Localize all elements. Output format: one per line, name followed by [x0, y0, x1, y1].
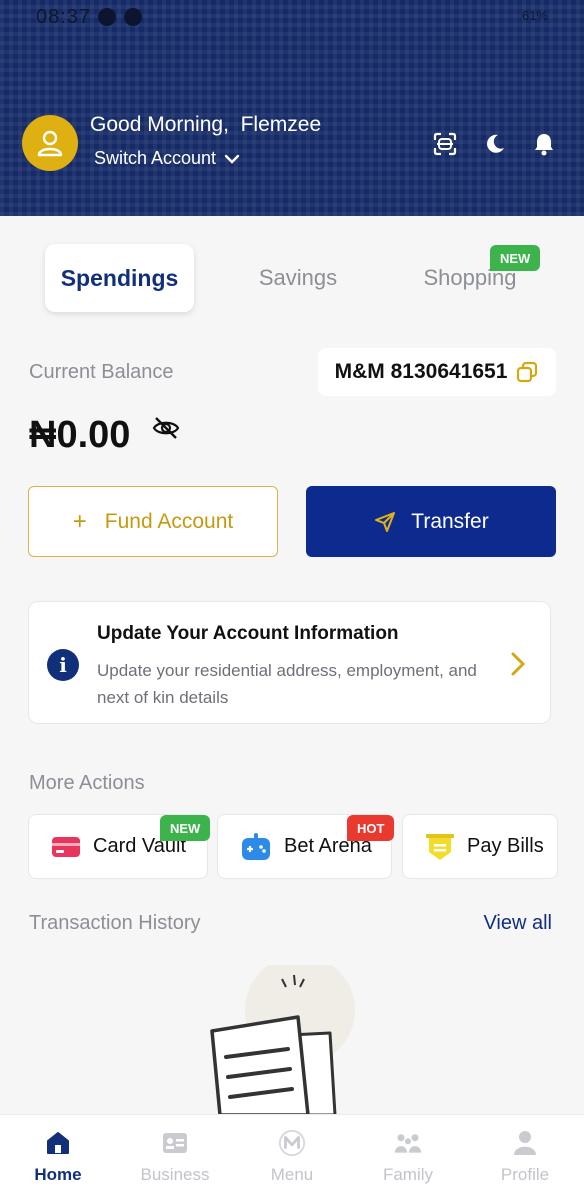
chevron-right-icon [511, 652, 526, 676]
current-balance-label: Current Balance [29, 361, 174, 383]
switch-account-label: Switch Account [94, 148, 217, 168]
nav-menu[interactable]: Menu [247, 1129, 337, 1185]
nav-profile[interactable]: Profile [480, 1129, 570, 1185]
transfer-label: Transfer [411, 509, 489, 533]
transaction-history-title: Transaction History [29, 912, 201, 934]
nav-profile-label: Profile [500, 1165, 550, 1184]
view-all-link[interactable]: View all [483, 912, 552, 935]
update-account-title: Update Your Account Information [97, 623, 399, 644]
fund-account-label: Fund Account [104, 509, 234, 533]
greeting-text: Good Morning, Flemzee [90, 113, 321, 137]
status-time: 08:37 [36, 6, 92, 28]
game-controller-icon [242, 832, 270, 860]
more-actions-title: More Actions [29, 772, 145, 794]
nav-menu-label: Menu [270, 1165, 314, 1184]
account-number: M&M 8130641651 [334, 360, 508, 383]
nav-business[interactable]: Business [130, 1129, 220, 1185]
notification-app-icon [124, 8, 142, 26]
info-icon: i [47, 649, 79, 681]
chevron-down-icon [224, 154, 240, 164]
update-account-card[interactable]: i Update Your Account Information Update… [28, 601, 551, 724]
greeting-prefix: Good Morning, [90, 113, 229, 136]
pay-bills-button[interactable]: Pay Bills [402, 814, 558, 879]
send-icon [375, 511, 396, 532]
whatsapp-icon [98, 8, 116, 26]
pay-bills-label: Pay Bills [467, 835, 544, 857]
family-icon [394, 1129, 422, 1157]
plus-icon: + [72, 507, 87, 535]
update-account-description: Update your residential address, employm… [97, 661, 477, 707]
bet-arena-hot-badge: HOT [347, 815, 395, 841]
status-bar: 08:37 61% [0, 0, 584, 36]
nav-home-label: Home [34, 1165, 82, 1184]
business-card-icon [161, 1129, 189, 1157]
menu-logo-icon [278, 1129, 306, 1157]
switch-account-button[interactable]: Switch Account [94, 148, 240, 169]
fund-account-button[interactable]: + Fund Account [28, 486, 278, 557]
nav-family[interactable]: Family [363, 1129, 453, 1185]
tab-spendings[interactable]: Spendings [45, 244, 194, 312]
scan-icon[interactable] [431, 130, 459, 158]
bottom-navigation: Home Business Menu Family Profile [0, 1114, 584, 1200]
home-icon [44, 1129, 72, 1157]
card-vault-new-badge: NEW [160, 815, 211, 841]
bell-icon[interactable] [530, 130, 558, 158]
user-name: Flemzee [240, 113, 322, 136]
account-number-chip[interactable]: M&M 8130641651 [318, 348, 556, 396]
nav-home[interactable]: Home [13, 1129, 103, 1185]
nav-business-label: Business [140, 1165, 210, 1184]
avatar[interactable] [22, 115, 78, 171]
nav-family-label: Family [382, 1165, 434, 1184]
hide-balance-icon[interactable] [152, 414, 180, 442]
battery-level: 61% [521, 8, 548, 23]
balance-amount: ₦0.00 [29, 414, 131, 456]
shopping-new-badge: NEW [490, 245, 541, 271]
copy-icon[interactable] [515, 360, 539, 384]
dark-mode-icon[interactable] [481, 130, 509, 158]
card-icon [52, 836, 80, 857]
tab-savings[interactable]: Savings [238, 244, 358, 312]
profile-icon [511, 1129, 539, 1157]
user-icon [37, 130, 63, 157]
empty-transactions-illustration [190, 955, 380, 1117]
transfer-button[interactable]: Transfer [306, 486, 556, 557]
app-header: 08:37 61% Good Morning, Flemzee Switch A… [0, 0, 584, 216]
bill-icon [426, 833, 454, 860]
